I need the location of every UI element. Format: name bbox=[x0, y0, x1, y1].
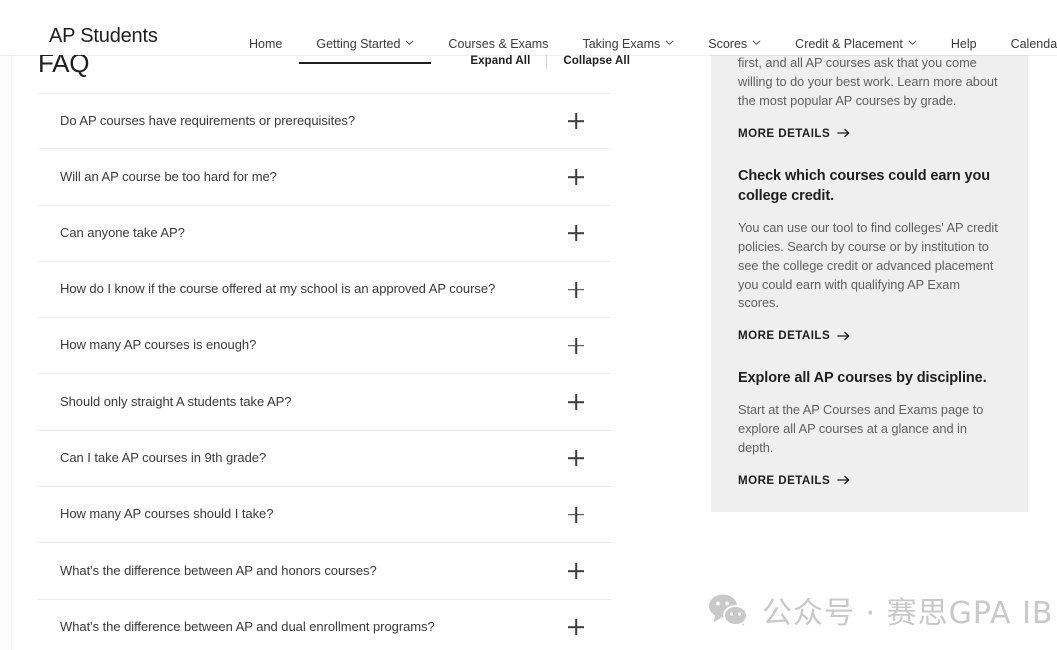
faq-item[interactable]: Do AP courses have requirements or prere… bbox=[38, 93, 611, 149]
faq-item[interactable]: How many AP courses should I take? bbox=[38, 487, 611, 543]
chevron-down-icon bbox=[752, 38, 761, 47]
faq-item[interactable]: Can I take AP courses in 9th grade? bbox=[38, 431, 611, 487]
collapse-all-button[interactable]: Collapse All bbox=[547, 55, 646, 67]
chevron-down-icon bbox=[405, 38, 414, 47]
faq-question: What's the difference between AP and dua… bbox=[38, 619, 435, 636]
plus-icon[interactable] bbox=[565, 504, 587, 526]
faq-question: How many AP courses is enough? bbox=[38, 337, 256, 354]
sidebar-card: Explore all AP courses by discipline. St… bbox=[738, 368, 1001, 488]
faq-item[interactable]: Should only straight A students take AP? bbox=[38, 374, 611, 430]
plus-icon[interactable] bbox=[565, 222, 587, 244]
plus-icon[interactable] bbox=[565, 166, 587, 188]
primary-nav: Home Getting Started Courses & Exams Tak… bbox=[232, 32, 1057, 55]
faq-item[interactable]: What's the difference between AP and dua… bbox=[38, 600, 611, 650]
plus-icon[interactable] bbox=[565, 616, 587, 638]
nav-label: Taking Exams bbox=[582, 37, 660, 51]
more-details-label: MORE DETAILS bbox=[738, 329, 830, 342]
sidebar-card-heading: Explore all AP courses by discipline. bbox=[738, 368, 1001, 389]
watermark-text: 公众号 · 赛思GPA IB bbox=[762, 588, 1054, 632]
nav-item-scores[interactable]: Scores bbox=[691, 32, 778, 55]
faq-question: How many AP courses should I take? bbox=[38, 506, 273, 523]
faq-item[interactable]: How many AP courses is enough? bbox=[38, 318, 611, 374]
nav-item-home[interactable]: Home bbox=[232, 32, 299, 55]
plus-icon[interactable] bbox=[565, 391, 587, 413]
more-details-link[interactable]: MORE DETAILS bbox=[738, 329, 851, 342]
more-details-label: MORE DETAILS bbox=[738, 127, 830, 140]
site-logo[interactable]: AP Students bbox=[49, 25, 158, 48]
nav-label: Home bbox=[249, 37, 282, 51]
nav-item-taking-exams[interactable]: Taking Exams bbox=[565, 32, 691, 55]
faq-item[interactable]: How do I know if the course offered at m… bbox=[38, 262, 611, 318]
watermark: 公众号 · 赛思GPA IB bbox=[708, 588, 1054, 632]
sidebar-card-heading: Check which courses could earn you colle… bbox=[738, 166, 1001, 207]
nav-label: Credit & Placement bbox=[795, 37, 903, 51]
plus-icon[interactable] bbox=[565, 447, 587, 469]
arrow-right-icon bbox=[837, 474, 851, 486]
plus-icon[interactable] bbox=[565, 560, 587, 582]
nav-label: Scores bbox=[708, 37, 747, 51]
faq-question: Do AP courses have requirements or prere… bbox=[38, 113, 355, 130]
sidebar-card-body: You can use our tool to find colleges' A… bbox=[738, 219, 1001, 314]
page-left-gutter bbox=[0, 0, 12, 650]
expand-all-button[interactable]: Expand All bbox=[454, 55, 546, 67]
faq-question: Will an AP course be too hard for me? bbox=[38, 169, 277, 186]
faq-question: Can I take AP courses in 9th grade? bbox=[38, 450, 266, 467]
more-details-link[interactable]: MORE DETAILS bbox=[738, 474, 851, 487]
wechat-icon bbox=[708, 593, 748, 627]
faq-item[interactable]: Will an AP course be too hard for me? bbox=[38, 149, 611, 205]
sidebar-panel: You don't need to be top of your class t… bbox=[711, 0, 1028, 512]
faq-question: What's the difference between AP and hon… bbox=[38, 563, 377, 580]
sidebar-card: Check which courses could earn you colle… bbox=[738, 166, 1001, 345]
plus-icon[interactable] bbox=[565, 335, 587, 357]
nav-label: Help bbox=[951, 37, 977, 51]
nav-label: Courses & Exams bbox=[448, 37, 548, 51]
nav-item-courses-exams[interactable]: Courses & Exams bbox=[431, 32, 565, 55]
faq-accordion: Do AP courses have requirements or prere… bbox=[38, 93, 611, 650]
nav-item-credit-placement[interactable]: Credit & Placement bbox=[778, 32, 934, 55]
arrow-right-icon bbox=[837, 127, 851, 139]
faq-toolbar: Expand All Collapse All bbox=[454, 53, 646, 69]
nav-item-getting-started[interactable]: Getting Started bbox=[299, 32, 431, 55]
faq-question: Can anyone take AP? bbox=[38, 225, 185, 242]
more-details-link[interactable]: MORE DETAILS bbox=[738, 127, 851, 140]
more-details-label: MORE DETAILS bbox=[738, 474, 830, 487]
arrow-right-icon bbox=[837, 330, 851, 342]
faq-item[interactable]: Can anyone take AP? bbox=[38, 206, 611, 262]
sidebar-card-body: Start at the AP Courses and Exams page t… bbox=[738, 401, 1001, 458]
nav-label: Getting Started bbox=[316, 37, 400, 51]
faq-question: How do I know if the course offered at m… bbox=[38, 281, 495, 298]
page-canvas: FAQ Expand All Collapse All Do AP course… bbox=[0, 0, 1057, 650]
chevron-down-icon bbox=[908, 38, 917, 47]
nav-label: Calendar bbox=[1011, 37, 1057, 51]
nav-item-calendar[interactable]: Calendar bbox=[994, 32, 1057, 55]
plus-icon[interactable] bbox=[565, 279, 587, 301]
top-navigation-bar: AP Students Home Getting Started Courses… bbox=[0, 0, 1057, 55]
chevron-down-icon bbox=[665, 38, 674, 47]
plus-icon[interactable] bbox=[565, 110, 587, 132]
faq-question: Should only straight A students take AP? bbox=[38, 394, 291, 411]
nav-item-help[interactable]: Help bbox=[934, 32, 994, 55]
faq-item[interactable]: What's the difference between AP and hon… bbox=[38, 543, 611, 599]
